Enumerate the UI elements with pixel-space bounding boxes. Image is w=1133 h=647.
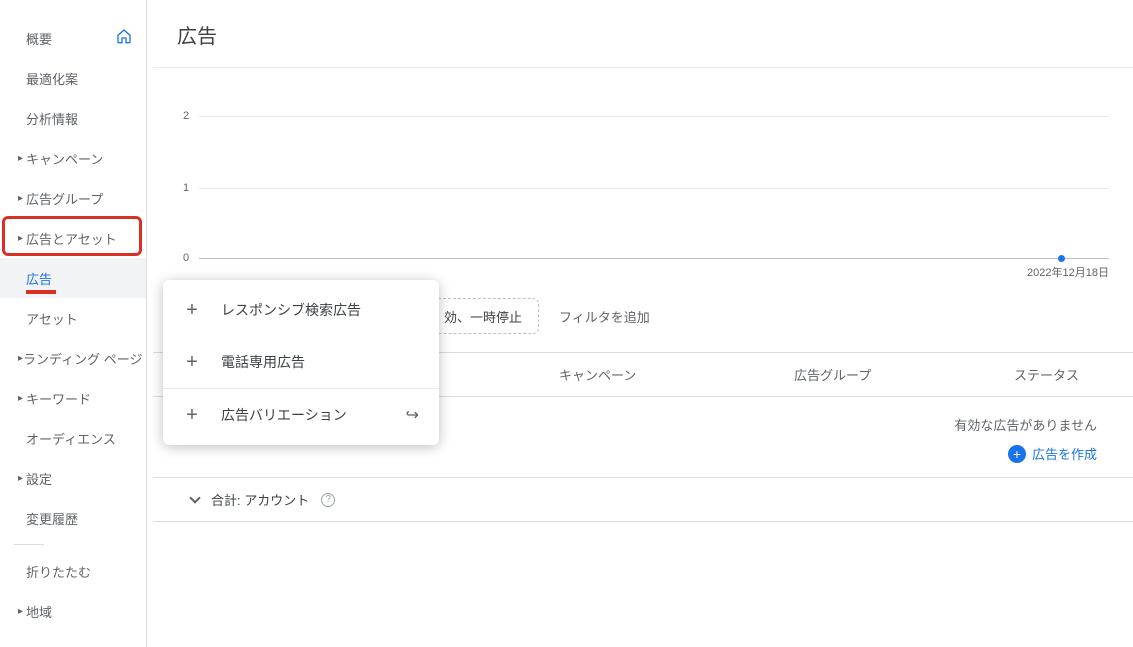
menu-item-label: 電話専用広告 (221, 352, 305, 372)
total-cell[interactable]: 合計: アカウント ? (153, 478, 543, 521)
sidebar-item-label: キャンペーン (26, 149, 132, 168)
divider (14, 544, 44, 545)
plus-icon: + (183, 351, 201, 374)
chart: 2 1 0 2022年12月18日 (153, 68, 1133, 280)
caret-icon: ▸ (18, 606, 26, 617)
sidebar-item-label: 地域 (26, 602, 132, 621)
home-icon (116, 28, 132, 49)
sidebar-item-ads-assets[interactable]: ▸ 広告とアセット (0, 218, 146, 258)
plus-icon: + (183, 404, 201, 427)
sidebar-item-label: 広告グループ (26, 189, 132, 208)
status-filter-chip[interactable]: 効、一時停止 (427, 298, 539, 334)
chevron-down-icon (189, 492, 200, 503)
sidebar-item-insights[interactable]: ▸ 分析情報 (0, 98, 146, 138)
sidebar-item-label: オーディエンス (26, 429, 132, 448)
sidebar-item-keywords[interactable]: ▸ キーワード (0, 378, 146, 418)
sidebar-item-change-history[interactable]: ▸ 変更履歴 (0, 498, 146, 538)
caret-icon: ▸ (18, 193, 26, 204)
chip-label: 効、一時停止 (444, 307, 522, 326)
plus-circle-icon: + (1008, 445, 1026, 463)
data-point[interactable] (1058, 255, 1065, 262)
sidebar: ▸ 概要 ▸ 最適化案 ▸ 分析情報 ▸ キャンペーン ▸ 広告グループ ▸ 広… (0, 0, 147, 647)
sidebar-item-campaigns[interactable]: ▸ キャンペーン (0, 138, 146, 178)
th-adgroup[interactable]: 広告グループ (778, 353, 998, 396)
page-title: 広告 (153, 0, 1133, 68)
menu-item-ad-variations[interactable]: + 広告バリエーション ↪ (163, 389, 439, 441)
sidebar-item-recommendations[interactable]: ▸ 最適化案 (0, 58, 146, 98)
sidebar-item-label: アセット (26, 309, 132, 328)
th-campaign[interactable]: キャンペーン (543, 353, 778, 396)
sidebar-item-label: 変更履歴 (26, 509, 132, 528)
sidebar-item-label: キーワード (26, 389, 132, 408)
sidebar-item-settings[interactable]: ▸ 設定 (0, 458, 146, 498)
sidebar-item-label: 折りたたむ (26, 562, 132, 581)
sidebar-item-landing[interactable]: ▸ ランディング ページ (0, 338, 146, 378)
sidebar-item-label: 最適化案 (26, 69, 132, 88)
help-icon[interactable]: ? (321, 493, 335, 507)
sidebar-item-label: ランディング ページ (23, 349, 142, 368)
gridline (199, 188, 1109, 189)
sidebar-item-label: 設定 (26, 469, 132, 488)
sidebar-item-assets[interactable]: アセット (0, 298, 146, 338)
sidebar-item-locations[interactable]: ▸ 地域 (0, 591, 146, 631)
add-filter[interactable]: フィルタを追加 (559, 307, 650, 326)
sidebar-item-ads[interactable]: 広告 (0, 258, 146, 298)
baseline (199, 258, 1109, 259)
plus-icon: + (183, 299, 201, 322)
total-row: 合計: アカウント ? (153, 477, 1133, 522)
y-tick-1: 1 (183, 182, 189, 194)
create-ad-menu: + レスポンシブ検索広告 + 電話専用広告 + 広告バリエーション ↪ (163, 280, 439, 445)
th-status[interactable]: ステータス (998, 353, 1133, 396)
sidebar-collapse[interactable]: 折りたたむ (0, 551, 146, 591)
menu-item-call-ad[interactable]: + 電話専用広告 (163, 336, 439, 388)
sidebar-item-label: 広告とアセット (26, 229, 132, 248)
caret-icon: ▸ (18, 393, 26, 404)
menu-item-responsive-search-ad[interactable]: + レスポンシブ検索広告 (163, 284, 439, 336)
sidebar-item-label: 概要 (26, 29, 116, 48)
menu-item-label: レスポンシブ検索広告 (221, 300, 361, 320)
create-ad-label: 広告を作成 (1032, 444, 1097, 463)
sidebar-item-label: 広告 (26, 269, 132, 288)
total-label: 合計: アカウント (211, 490, 309, 509)
y-tick-0: 0 (183, 252, 189, 264)
gridline (199, 116, 1109, 117)
caret-icon: ▸ (18, 153, 26, 164)
x-label: 2022年12月18日 (1027, 264, 1109, 280)
sidebar-item-adgroups[interactable]: ▸ 広告グループ (0, 178, 146, 218)
menu-item-label: 広告バリエーション (221, 405, 347, 425)
caret-icon: ▸ (18, 473, 26, 484)
caret-icon: ▸ (18, 233, 26, 244)
redirect-icon: ↪ (406, 405, 419, 425)
sidebar-item-overview[interactable]: ▸ 概要 (0, 18, 146, 58)
y-tick-2: 2 (183, 110, 189, 122)
sidebar-item-label: 分析情報 (26, 109, 132, 128)
sidebar-item-audiences[interactable]: ▸ オーディエンス (0, 418, 146, 458)
